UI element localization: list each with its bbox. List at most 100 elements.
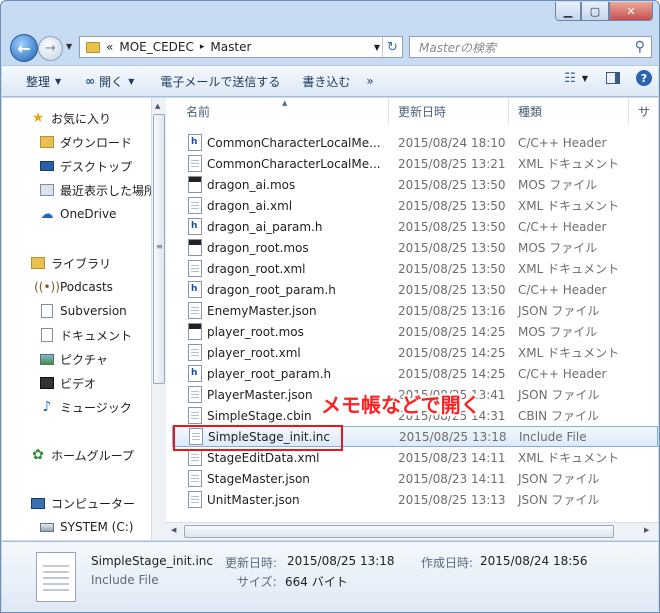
nav-onedrive[interactable]: ☁ OneDrive <box>39 204 117 224</box>
search-input[interactable]: Masterの検索 <box>419 39 496 56</box>
file-row[interactable]: h dragon_root_param.h 2015/08/25 13:50 C/C+… <box>172 279 658 300</box>
file-row[interactable]: EnemyMaster.json 2015/08/25 13:16 JSON ファイ… <box>172 300 658 321</box>
file-date: 2015/08/25 14:25 <box>398 324 506 339</box>
file-thumbnail-icon <box>36 552 76 602</box>
close-button[interactable]: ✕ <box>609 2 653 21</box>
more-commands-button[interactable]: » <box>358 69 381 93</box>
column-header-type[interactable]: 種類 <box>518 98 542 124</box>
scroll-up-icon[interactable]: ▲ <box>155 102 160 110</box>
nav-libraries-label: ライブラリ <box>51 256 112 271</box>
help-icon[interactable]: ? <box>636 70 652 86</box>
file-row[interactable]: dragon_ai.xml 2015/08/25 13:50 XML ドキュメント <box>172 195 658 216</box>
chevron-down-icon[interactable]: ▼ <box>582 74 588 83</box>
nav-system-drive[interactable]: SYSTEM (C:) <box>39 517 133 537</box>
more-commands-icon: » <box>366 74 374 88</box>
address-bar[interactable]: « MOE_CEDEC ▸ Master ▼ ↻ <box>79 36 403 58</box>
nav-podcasts[interactable]: ((•)) Podcasts <box>34 277 113 297</box>
file-row[interactable]: player_root.mos 2015/08/25 14:25 MOS ファイル <box>172 321 658 342</box>
file-date: 2015/08/25 13:18 <box>399 429 507 444</box>
scroll-left-icon[interactable]: ◀ <box>171 526 176 534</box>
podcast-icon: ((•)) <box>34 280 60 294</box>
nav-desktop[interactable]: デスクトップ <box>39 156 132 176</box>
open-with-icon: ∞ <box>85 74 96 88</box>
open-button[interactable]: ∞ 開く ▼ <box>77 69 142 93</box>
recent-pages-dropdown[interactable]: ▼ <box>66 42 72 51</box>
column-header-size[interactable]: サ <box>638 98 650 124</box>
column-header-date[interactable]: 更新日時 <box>398 98 446 124</box>
burn-button[interactable]: 書き込む <box>294 69 358 93</box>
minimize-button[interactable]: ▁ <box>555 2 581 21</box>
column-divider[interactable] <box>508 98 509 124</box>
document-icon <box>188 344 202 361</box>
nav-subversion[interactable]: Subversion <box>39 301 127 321</box>
column-divider[interactable] <box>628 98 629 124</box>
file-name: StageEditData.xml <box>207 450 320 465</box>
arrow-right-icon: → <box>45 41 56 56</box>
header-icon: h <box>188 134 202 151</box>
computer-icon <box>30 495 46 511</box>
nav-videos-label: ビデオ <box>60 376 97 391</box>
breadcrumb-moe-cedec[interactable]: MOE_CEDEC <box>119 40 194 54</box>
file-type: XML ドキュメント <box>518 157 620 171</box>
nav-recent-places[interactable]: 最近表示した場所 <box>39 180 151 200</box>
file-row[interactable]: h CommonCharacterLocalMe... 2015/08/24 18:… <box>172 132 658 153</box>
file-row[interactable]: dragon_ai.mos 2015/08/25 13:50 MOS ファイル <box>172 174 658 195</box>
file-date: 2015/08/25 13:50 <box>398 219 506 234</box>
file-row[interactable]: UnitMaster.json 2015/08/25 13:13 JSON ファイル <box>172 489 658 510</box>
column-divider[interactable] <box>388 98 389 124</box>
subversion-library-icon <box>39 303 55 319</box>
file-name: CommonCharacterLocalMe... <box>207 156 381 171</box>
scroll-right-icon[interactable]: ▶ <box>644 526 649 534</box>
back-button[interactable]: ← <box>10 34 38 62</box>
file-date: 2015/08/24 18:10 <box>398 135 506 150</box>
nav-libraries[interactable]: ライブラリ <box>30 253 111 273</box>
header-icon: h <box>188 218 202 235</box>
file-date: 2015/08/25 13:50 <box>398 177 506 192</box>
address-dropdown-icon[interactable]: ▼ <box>374 43 380 52</box>
file-row[interactable]: h player_root_param.h 2015/08/25 14:25 C/C+… <box>172 363 658 384</box>
file-date: 2015/08/25 13:50 <box>398 282 506 297</box>
navigation-scroll-thumb[interactable]: ≡ <box>153 114 165 384</box>
breadcrumb-separator-icon[interactable]: ▸ <box>200 42 205 52</box>
horizontal-scroll-thumb[interactable] <box>184 525 614 538</box>
email-button[interactable]: 電子メールで送信する <box>152 69 288 93</box>
file-row[interactable]: player_root.xml 2015/08/25 14:25 XML ドキュメン… <box>172 342 658 363</box>
forward-button[interactable]: → <box>38 36 63 61</box>
file-type: JSON ファイル <box>518 472 600 486</box>
organize-button[interactable]: 整理 ▼ <box>2 69 69 93</box>
navigation-scrollbar[interactable]: ▲ ≡ <box>151 98 166 540</box>
drive-icon <box>39 519 55 535</box>
column-header-name[interactable]: 名前 <box>186 98 210 124</box>
breadcrumb-master[interactable]: Master <box>210 40 251 54</box>
explorer-window: ▁ ▢ ✕ ← → ▼ « MOE_CEDEC ▸ Master ▼ ↻ Mas… <box>0 0 660 613</box>
file-type: XML ドキュメント <box>518 451 620 465</box>
nav-computer[interactable]: コンピューター <box>30 493 135 513</box>
file-row[interactable]: CommonCharacterLocalMe... 2015/08/25 13:2… <box>172 153 658 174</box>
maximize-button[interactable]: ▢ <box>581 2 609 21</box>
annotation-callout: メモ帳などで開く <box>321 393 481 417</box>
nav-documents[interactable]: ドキュメント <box>39 325 132 345</box>
file-type: JSON ファイル <box>518 304 600 318</box>
nav-videos[interactable]: ビデオ <box>39 373 96 393</box>
horizontal-scrollbar[interactable]: ◀ ▶ <box>166 522 658 540</box>
nav-pictures[interactable]: ピクチャ <box>39 349 108 369</box>
file-row[interactable]: StageMaster.json 2015/08/23 14:11 JSON ファイ… <box>172 468 658 489</box>
chevron-down-icon: ▼ <box>128 76 135 86</box>
nav-favorites[interactable]: ★ お気に入り <box>30 108 111 128</box>
preview-pane-icon[interactable] <box>606 72 620 84</box>
view-options-icon[interactable]: ☷ <box>564 71 576 86</box>
refresh-icon[interactable]: ↻ <box>382 37 402 57</box>
file-row[interactable]: dragon_root.xml 2015/08/25 13:50 XML ドキュメン… <box>172 258 658 279</box>
details-created-label: 作成日時: <box>421 556 474 570</box>
grip-icon: ≡ <box>156 242 163 251</box>
nav-downloads[interactable]: ダウンロード <box>39 132 132 152</box>
nav-music[interactable]: ♪ ミュージック <box>39 397 132 417</box>
file-type: MOS ファイル <box>518 325 598 339</box>
search-icon[interactable]: ⚲ <box>635 39 645 55</box>
file-row[interactable]: dragon_root.mos 2015/08/25 13:50 MOS ファイル <box>172 237 658 258</box>
search-box[interactable]: Masterの検索 ⚲ <box>409 36 652 58</box>
file-type: JSON ファイル <box>518 493 600 507</box>
nav-homegroup[interactable]: ✿ ホームグループ <box>30 445 134 465</box>
file-row[interactable]: h dragon_ai_param.h 2015/08/25 13:50 C/C++ … <box>172 216 658 237</box>
address-overflow[interactable]: « <box>106 40 113 54</box>
